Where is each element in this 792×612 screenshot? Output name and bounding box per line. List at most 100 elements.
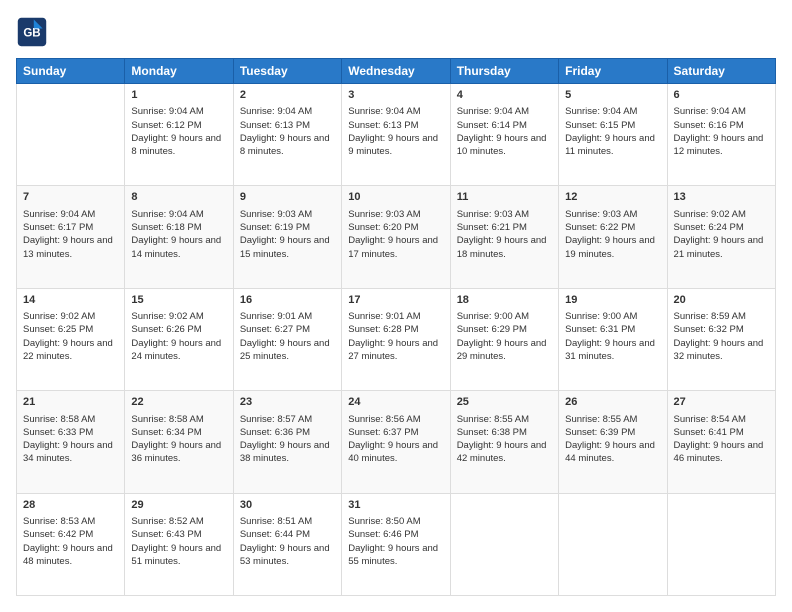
day-number: 17 [348,293,443,308]
sunrise: Sunrise: 9:03 AM [457,209,529,220]
daylight: Daylight: 9 hours and 46 minutes. [674,440,764,464]
daylight: Daylight: 9 hours and 22 minutes. [23,338,113,362]
calendar-cell-w3-d2: 23Sunrise: 8:57 AMSunset: 6:36 PMDayligh… [233,391,341,493]
logo-icon: GB [16,16,48,48]
calendar-cell-w0-d1: 1Sunrise: 9:04 AMSunset: 6:12 PMDaylight… [125,84,233,186]
calendar-cell-w0-d4: 4Sunrise: 9:04 AMSunset: 6:14 PMDaylight… [450,84,558,186]
day-number: 19 [565,293,660,308]
col-saturday: Saturday [667,59,775,84]
sunrise: Sunrise: 9:04 AM [131,209,203,220]
day-number: 25 [457,395,552,410]
day-number: 10 [348,190,443,205]
day-number: 14 [23,293,118,308]
daylight: Daylight: 9 hours and 55 minutes. [348,543,438,567]
calendar-cell-w1-d2: 9Sunrise: 9:03 AMSunset: 6:19 PMDaylight… [233,186,341,288]
sunset: Sunset: 6:19 PM [240,222,310,233]
calendar-cell-w4-d3: 31Sunrise: 8:50 AMSunset: 6:46 PMDayligh… [342,493,450,595]
sunset: Sunset: 6:46 PM [348,529,418,540]
sunrise: Sunrise: 9:04 AM [565,106,637,117]
sunset: Sunset: 6:13 PM [348,120,418,131]
sunset: Sunset: 6:38 PM [457,427,527,438]
daylight: Daylight: 9 hours and 24 minutes. [131,338,221,362]
week-row-0: 1 Sunrise: 9:04 AM Sunset: 6:12 PM Daylight… [17,84,776,186]
sunset: Sunset: 6:13 PM [240,120,310,131]
daylight: Daylight: 9 hours and 9 minutes. [348,133,438,157]
calendar-cell-w3-d3: 24Sunrise: 8:56 AMSunset: 6:37 PMDayligh… [342,391,450,493]
week-row-1: 7Sunrise: 9:04 AMSunset: 6:17 PMDaylight… [17,186,776,288]
calendar-cell-w2-d3: 17Sunrise: 9:01 AMSunset: 6:28 PMDayligh… [342,288,450,390]
calendar-cell-w0-d0 [17,84,125,186]
calendar-cell-w1-d4: 11 Sunrise: 9:03 AM Sunset: 6:21 PM Dayligh… [450,186,558,288]
calendar-cell-w2-d1: 15Sunrise: 9:02 AMSunset: 6:26 PMDayligh… [125,288,233,390]
sunrise: Sunrise: 9:02 AM [23,311,95,322]
sunset: Sunset: 6:15 PM [565,120,635,131]
week-row-2: 14 Sunrise: 9:02 AM Sunset: 6:25 PM Dayligh… [17,288,776,390]
daylight: Daylight: 9 hours and 48 minutes. [23,543,113,567]
sunrise: Sunrise: 9:03 AM [240,209,312,220]
sunset: Sunset: 6:36 PM [240,427,310,438]
daylight: Daylight: 9 hours and 19 minutes. [565,235,655,259]
calendar-cell-w4-d4 [450,493,558,595]
day-number: 20 [674,293,769,308]
calendar-table: Sunday Monday Tuesday Wednesday Thursday… [16,58,776,596]
sunrise: Sunrise: 8:52 AM [131,516,203,527]
daylight: Daylight: 9 hours and 42 minutes. [457,440,547,464]
day-number: 21 [23,395,118,410]
sunrise: Sunrise: 8:58 AM [23,414,95,425]
sunset: Sunset: 6:20 PM [348,222,418,233]
daylight: Daylight: 9 hours and 38 minutes. [240,440,330,464]
sunset: Sunset: 6:24 PM [674,222,744,233]
daylight: Daylight: 9 hours and 13 minutes. [23,235,113,259]
day-number: 18 [457,293,552,308]
sunrise: Sunrise: 8:56 AM [348,414,420,425]
sunset: Sunset: 6:21 PM [457,222,527,233]
sunset: Sunset: 6:41 PM [674,427,744,438]
sunrise: Sunrise: 8:59 AM [674,311,746,322]
daylight: Daylight: 9 hours and 15 minutes. [240,235,330,259]
svg-text:GB: GB [23,27,40,39]
sunset: Sunset: 6:44 PM [240,529,310,540]
sunset: Sunset: 6:25 PM [23,324,93,335]
week-row-4: 28Sunrise: 8:53 AMSunset: 6:42 PMDayligh… [17,493,776,595]
daylight: Daylight: 9 hours and 53 minutes. [240,543,330,567]
sunset: Sunset: 6:26 PM [131,324,201,335]
calendar-cell-w2-d6: 20Sunrise: 8:59 AMSunset: 6:32 PMDayligh… [667,288,775,390]
calendar-cell-w2-d5: 19Sunrise: 9:00 AMSunset: 6:31 PMDayligh… [559,288,667,390]
day-number: 1 [131,88,226,103]
sunrise: Sunrise: 9:01 AM [240,311,312,322]
day-number: 11 [457,190,552,205]
sunset: Sunset: 6:16 PM [674,120,744,131]
sunset: Sunset: 6:12 PM [131,120,201,131]
col-sunday: Sunday [17,59,125,84]
col-thursday: Thursday [450,59,558,84]
col-friday: Friday [559,59,667,84]
day-number: 29 [131,498,226,513]
sunset: Sunset: 6:14 PM [457,120,527,131]
daylight: Daylight: 9 hours and 8 minutes. [131,133,221,157]
sunrise: Sunrise: 9:02 AM [131,311,203,322]
sunrise: Sunrise: 9:03 AM [565,209,637,220]
day-number: 4 [457,88,552,103]
daylight: Daylight: 9 hours and 36 minutes. [131,440,221,464]
day-number: 3 [348,88,443,103]
calendar-cell-w4-d1: 29Sunrise: 8:52 AMSunset: 6:43 PMDayligh… [125,493,233,595]
day-number: 31 [348,498,443,513]
sunrise: Sunrise: 9:02 AM [674,209,746,220]
calendar-cell-w3-d0: 21Sunrise: 8:58 AMSunset: 6:33 PMDayligh… [17,391,125,493]
sunset: Sunset: 6:27 PM [240,324,310,335]
day-number: 30 [240,498,335,513]
calendar-cell-w4-d5 [559,493,667,595]
sunset: Sunset: 6:28 PM [348,324,418,335]
daylight: Daylight: 9 hours and 18 minutes. [457,235,547,259]
calendar-cell-w1-d0: 7Sunrise: 9:04 AMSunset: 6:17 PMDaylight… [17,186,125,288]
daylight: Daylight: 9 hours and 25 minutes. [240,338,330,362]
sunrise: Sunrise: 8:53 AM [23,516,95,527]
sunset: Sunset: 6:17 PM [23,222,93,233]
sunrise: Sunrise: 9:04 AM [348,106,420,117]
daylight: Daylight: 9 hours and 40 minutes. [348,440,438,464]
calendar-cell-w0-d5: 5Sunrise: 9:04 AMSunset: 6:15 PMDaylight… [559,84,667,186]
day-number: 27 [674,395,769,410]
sunrise: Sunrise: 9:04 AM [457,106,529,117]
day-number: 23 [240,395,335,410]
daylight: Daylight: 9 hours and 34 minutes. [23,440,113,464]
